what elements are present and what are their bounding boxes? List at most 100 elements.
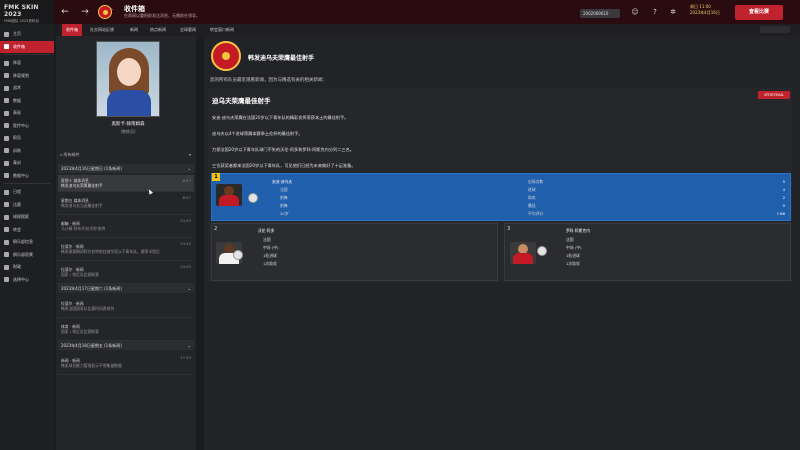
sidebar-item[interactable]: 俱乐部愿景 — [0, 249, 54, 261]
third-place-box[interactable] — [504, 223, 791, 281]
tab-inbox[interactable]: 收件箱 — [62, 24, 82, 36]
sidebar-item-label: 医疗中心 — [13, 122, 29, 128]
tab-hot-news[interactable]: 热点新闻 — [146, 24, 170, 36]
sidebar-item[interactable]: 阵容规划 — [0, 70, 54, 82]
sidebar-item[interactable]: 战术 — [0, 82, 54, 94]
paragraph: 安迪·迪乌夫荣膺在法国20岁以下青年队的精彩发挥荣获本土的最佳射手。 — [212, 115, 349, 120]
sidebar-item[interactable]: 阵容 — [0, 57, 54, 69]
sidebar-icon — [4, 160, 9, 166]
view-toggle[interactable] — [760, 26, 790, 33]
sidebar-item[interactable]: 收件箱 — [0, 40, 54, 53]
game-date: 周日 11:00 2023年4月16日 — [690, 4, 720, 16]
bell-icon[interactable]: ☺ — [630, 8, 640, 18]
chevron-down-icon[interactable]: ⌃ — [109, 8, 114, 15]
date-group-label: 2023年4月17日星期六 (1条新闻) — [61, 286, 122, 291]
inbox-filter[interactable]: ⌕ 所有邮件 ▾ — [58, 150, 194, 160]
forward-arrow-icon[interactable]: → — [78, 5, 92, 19]
message-time: 8:57 — [182, 178, 191, 183]
player-name[interactable]: 沃伦·阿多 — [258, 228, 274, 234]
filter-label: 所有邮件 — [63, 152, 80, 157]
inbox-message[interactable]: 拉斐尔 · 新闻 国家 / 地区队比赛联赛 10:45 — [58, 261, 194, 284]
sidebar-item-label: 阵容 — [13, 60, 21, 65]
inbox-message[interactable]: 拉斐尔 · 新闻 韩发莫赛期间阿尔伯特前往维尔亚以下青年队，赛季半程后 10:45 — [58, 238, 194, 261]
sidebar-icon — [4, 227, 9, 232]
inbox-message[interactable]: 新闻 · 新闻 韩发球员能力管理显示平常衡量数据 17:43 — [58, 352, 194, 375]
manager-name[interactable]: 奥斯卡·赫南姆森 — [96, 121, 160, 127]
news-title: 迪乌夫荣膺最佳射手 — [212, 97, 271, 105]
inbox-message[interactable]: 邮箱 · 新闻 马沙姆·阿布开创·阿尔伯特 10:43 — [58, 215, 194, 238]
sidebar-item[interactable]: 青训 — [0, 157, 54, 169]
sidebar-item[interactable]: 医疗中心 — [0, 120, 54, 132]
player-photo[interactable] — [510, 242, 536, 264]
top-bar — [0, 0, 800, 24]
sidebar-icon — [4, 214, 9, 220]
sidebar-item-label: 选择中心 — [13, 276, 29, 282]
continue-button[interactable]: 查看比赛 — [735, 5, 783, 20]
paragraph: 三位获奖者都来法国20岁以下青年队，可见他们已经为未来做好了十足准备。 — [212, 163, 356, 168]
inbox-message[interactable]: 拉斐尔 · 新闻 韩发法国国家队比赛时间表排列 — [58, 295, 194, 318]
sidebar-item[interactable]: 表现 — [0, 107, 54, 119]
player-photo[interactable] — [216, 184, 242, 206]
player-name[interactable]: 罗科·阿斯克内 — [566, 228, 590, 234]
search-input[interactable]: 2002069610 — [580, 9, 620, 18]
sidebar-item[interactable]: 主页 — [0, 28, 54, 40]
paragraph: 迪乌夫以4个进球荣膺本赛季土伦杯的最佳射手。 — [212, 131, 303, 136]
player-info: 1次助攻 — [263, 261, 277, 266]
sidebar-item-label: 数据中心 — [13, 172, 29, 178]
sidebar-item-label: 战术 — [13, 85, 21, 90]
sidebar-item[interactable]: 球探搜索 — [0, 211, 54, 223]
sidebar-icon — [4, 31, 9, 37]
chevron-down-icon[interactable]: ⌄ — [188, 166, 191, 171]
sidebar-item-label: 俱乐部愿景 — [13, 251, 33, 257]
page-subtitle: 在两周以重阳前发达消息，无需前任领导。 — [124, 13, 200, 18]
rank-number: 3 — [507, 226, 511, 232]
winner-box[interactable] — [211, 173, 791, 221]
sidebar-item[interactable]: 数据中心 — [0, 170, 54, 182]
stat-value: 7.66 — [776, 211, 785, 216]
sidebar-item[interactable]: 选择中心 — [0, 274, 54, 286]
message-time: 10:43 — [180, 218, 191, 223]
paragraph: 力保法国20岁以下青年队球门不失的沃伦·阿多和罗科·阿斯克内分列二三名。 — [212, 147, 354, 152]
date-group-header[interactable]: 2023年4月17日星期六 (1条新闻) ⌄ — [58, 284, 194, 293]
filter-dropdown-icon[interactable]: ▾ — [189, 152, 191, 157]
sidebar-icon — [4, 73, 9, 78]
article-intro: 您的所有队员最近观看新闻，因为与精选有关的相关新闻： — [210, 78, 327, 83]
sidebar-item[interactable]: 俱乐部信息 — [0, 236, 54, 248]
tab-social[interactable]: 社交网站反馈 — [86, 24, 118, 36]
inbox-message[interactable]: 星期五 媒体消息 韩发迪乌夫当选最佳射手 8:57 — [58, 192, 194, 215]
tab-news[interactable]: 新闻 — [126, 24, 142, 36]
sidebar-item[interactable]: 转会 — [0, 224, 54, 236]
message-subject: 国家 / 地区队比赛联赛 — [61, 329, 99, 334]
inbox-message[interactable]: 体育 · 新闻 国家 / 地区队比赛联赛 — [58, 318, 194, 341]
message-time: 8:57 — [182, 195, 191, 200]
message-subject: 韩发莫赛期间阿尔伯特前往维尔亚以下青年队，赛季半程后 — [61, 249, 160, 254]
player-name[interactable]: 安迪·迪乌夫 — [272, 179, 292, 185]
sidebar-icon — [4, 85, 9, 91]
sidebar-item[interactable]: 日程 — [0, 186, 54, 198]
date-group-header[interactable]: 2023年4月16日星期日 (1条新闻) ⌄ — [58, 164, 194, 173]
message-subject: 国家 / 地区队比赛联赛 — [61, 272, 99, 277]
sidebar-item-label: 转会 — [13, 226, 21, 232]
sidebar-item[interactable]: 数据 — [0, 95, 54, 107]
runner-up-box[interactable] — [211, 223, 498, 281]
sidebar-item[interactable]: 职员 — [0, 132, 54, 144]
sidebar-item[interactable]: 训练 — [0, 145, 54, 157]
tab-transfer-news[interactable]: 转会窗口新闻 — [206, 24, 238, 36]
tab-global-news[interactable]: 全球要闻 — [176, 24, 200, 36]
manager-avatar[interactable] — [96, 41, 160, 117]
sidebar-item[interactable]: 比赛 — [0, 199, 54, 211]
chevron-down-icon[interactable]: ⌄ — [188, 286, 191, 291]
message-subject: 韩发球员能力管理显示平常衡量数据 — [61, 363, 122, 368]
club-crest-icon — [211, 41, 241, 71]
help-icon[interactable]: ? — [650, 8, 660, 18]
inbox-message[interactable]: 星期十 媒体消息 韩发迪乌夫荣膺最佳射手 8:57 — [58, 175, 194, 192]
sidebar-item[interactable]: 财政 — [0, 261, 54, 273]
chevron-down-icon[interactable]: ⌄ — [188, 343, 191, 348]
stat-label: 助攻 — [528, 195, 536, 200]
message-subject: 马沙姆·阿布开创·阿尔伯特 — [61, 226, 106, 231]
stat-value: 0 — [782, 203, 785, 208]
back-arrow-icon[interactable]: ← — [58, 5, 72, 19]
stat-value: 4 — [782, 187, 785, 192]
date-group-header[interactable]: 2023年4月18日星期五 (1条新闻) ⌄ — [58, 341, 194, 350]
gear-icon[interactable]: ✲ — [668, 8, 678, 18]
